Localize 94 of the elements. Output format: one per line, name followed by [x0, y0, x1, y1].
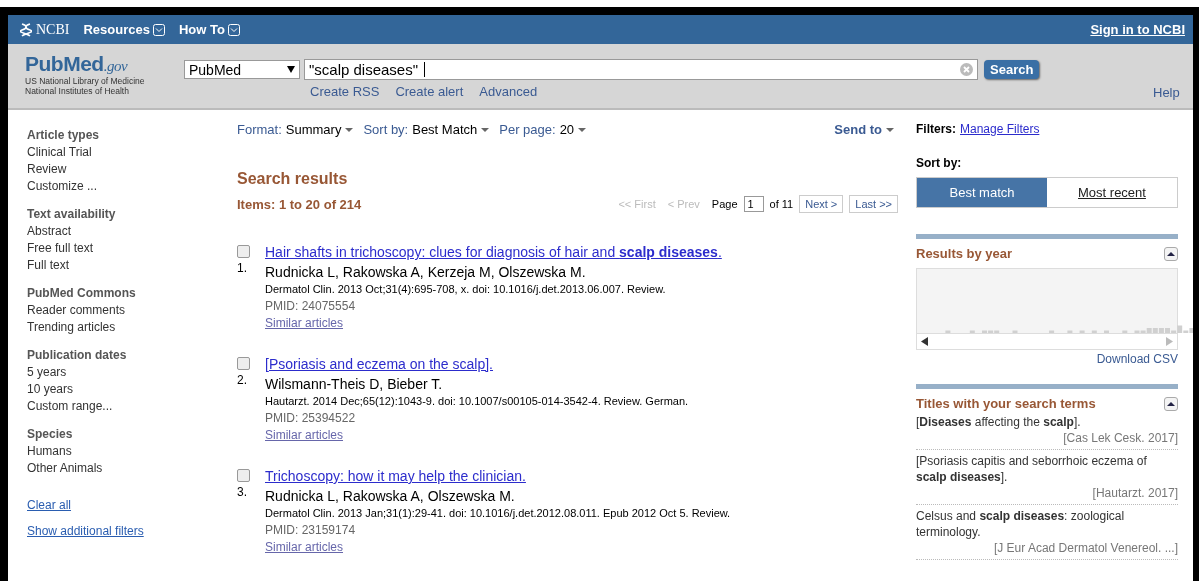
filter-heading: Text availability — [27, 206, 117, 223]
result-authors: Rudnicka L, Rakowska A, Olszewska M. — [265, 487, 516, 506]
filter-heading: Article types — [27, 127, 101, 144]
dropdown-arrow-icon — [578, 127, 587, 132]
results-count: Items: 1 to 20 of 214 — [237, 196, 362, 212]
header-link[interactable]: Create RSS — [310, 84, 380, 99]
nav-menu[interactable]: How To — [178, 22, 240, 37]
dropdown-arrow-icon — [886, 127, 894, 132]
clear-all-link[interactable]: Clear all — [27, 498, 71, 512]
filter-item[interactable]: Customize ... — [27, 178, 222, 195]
additional-filters-link[interactable]: Show additional filters — [27, 524, 144, 538]
result-title-link[interactable]: Hair shafts in trichoscopy: clues for diagnosis of hair and scalp diseases. — [265, 243, 722, 261]
result-authors: Rudnicka L, Rakowska A, Kerzeja M, Olszewska M. — [265, 263, 587, 282]
filter-item[interactable]: Review — [27, 161, 222, 178]
filter-item[interactable]: Abstract — [27, 223, 222, 240]
send-to-menu[interactable]: Send to — [834, 122, 898, 137]
result-checkbox[interactable] — [237, 357, 250, 370]
filter-heading: Publication dates — [27, 347, 128, 364]
header-link[interactable]: Create alert — [395, 84, 464, 99]
search-button[interactable]: Search — [984, 60, 1040, 79]
filter-heading: PubMed Commons — [27, 285, 137, 302]
result-number: 2. — [237, 373, 248, 387]
dropdown-arrow-icon — [481, 127, 490, 132]
display-option[interactable]: Sort by: Best Match — [363, 122, 490, 137]
result-citation: Dermatol Clin. 2013 Jan;31(1):29-41. doi: 10.1016/j.det.2012.08.011. Epub 2012 Oct 5. Review. — [265, 506, 732, 521]
caret-up-icon — [1167, 401, 1175, 406]
results-heading: Search results — [237, 170, 349, 188]
database-select[interactable]: PubMed — [184, 60, 300, 79]
filter-item[interactable]: Reader comments — [27, 302, 222, 319]
related-title-link[interactable]: Celsus and scalp diseases: zoological terminology. — [916, 508, 1178, 540]
display-option[interactable]: Format: Summary — [237, 122, 354, 137]
next-page-button[interactable]: Next > — [799, 195, 844, 213]
helix-icon — [20, 22, 32, 37]
filter-item[interactable]: Humans — [27, 443, 222, 460]
filter-item[interactable]: Free full text — [27, 240, 222, 257]
results-by-year-heading: Results by year — [916, 246, 1013, 261]
result-title-link[interactable]: Trichoscopy: how it may help the clinician. — [265, 467, 526, 485]
titles-heading: Titles with your search terms — [916, 396, 1096, 411]
result-citation: Hautarzt. 2014 Dec;65(12):1043-9. doi: 10.1007/s00105-014-3542-4. Review. German. — [265, 394, 690, 409]
result-pmid: PMID: 23159174 — [265, 522, 357, 539]
logo-tagline: National Institutes of Health — [25, 86, 130, 96]
similar-articles-link[interactable]: Similar articles — [265, 540, 343, 554]
related-source: [Cas Lek Cesk. 2017] — [1063, 430, 1178, 446]
nav-menu[interactable]: Resources — [83, 22, 165, 37]
sign-in-link[interactable]: Sign in to NCBI — [1090, 22, 1185, 37]
filter-heading: Species — [27, 426, 74, 443]
related-title-link[interactable]: [Psoriasis capitis and seborrhoic eczema of scalp diseases]. — [916, 453, 1178, 485]
caret-up-icon — [1167, 251, 1175, 256]
sort-label: Sort by: — [916, 156, 963, 170]
collapse-button[interactable] — [1164, 246, 1178, 261]
collapse-button[interactable] — [1164, 396, 1178, 411]
result-checkbox[interactable] — [237, 469, 250, 482]
logo-tagline: US National Library of Medicine — [25, 76, 146, 86]
page-total: of 11 — [769, 198, 794, 210]
page-label: Page — [711, 198, 738, 210]
dropdown-arrow-icon — [345, 127, 354, 132]
result-pmid: PMID: 25394522 — [265, 410, 357, 427]
filter-item[interactable]: Trending articles — [27, 319, 222, 336]
header-link[interactable]: Advanced — [479, 84, 538, 99]
help-link[interactable]: Help — [1153, 44, 1193, 100]
result-title-link[interactable]: [Psoriasis and eczema on the scalp]. — [265, 355, 493, 373]
similar-articles-link[interactable]: Similar articles — [265, 316, 343, 330]
filter-item[interactable]: 5 years — [27, 364, 222, 381]
search-field[interactable]: "scalp diseases" — [304, 59, 978, 80]
sort-tab[interactable]: Best match — [917, 178, 1047, 207]
related-title-link[interactable]: [Diseases affecting the scalp]. — [916, 414, 1178, 430]
result-pmid: PMID: 24075554 — [265, 298, 357, 315]
related-source: [Hautarzt. 2017] — [1092, 485, 1178, 501]
clear-icon[interactable] — [960, 63, 973, 76]
filter-item[interactable]: Full text — [27, 257, 222, 274]
result-number: 1. — [237, 261, 248, 275]
display-option[interactable]: Per page: 20 — [499, 122, 587, 137]
pubmed-logo[interactable]: PubMed.gov — [25, 52, 184, 76]
filter-item[interactable]: Clinical Trial — [27, 144, 222, 161]
scroll-left-icon[interactable] — [921, 337, 928, 346]
related-source: [J Eur Acad Dermatol Venereol. ...] — [993, 540, 1178, 556]
dropdown-arrow-icon — [287, 66, 295, 73]
result-number: 3. — [237, 485, 248, 499]
result-authors: Wilsmann-Theis D, Bieber T. — [265, 375, 444, 394]
manage-filters-link[interactable]: Manage Filters — [960, 122, 1040, 136]
result-citation: Dermatol Clin. 2013 Oct;31(4):695-708, x. doi: 10.1016/j.det.2013.06.007. Review. — [265, 282, 667, 297]
ncbi-logo[interactable]: NCBI — [20, 21, 70, 38]
filter-item[interactable]: Custom range... — [27, 398, 222, 415]
filter-item[interactable]: 10 years — [27, 381, 222, 398]
dropdown-icon — [227, 23, 240, 36]
dropdown-icon — [152, 23, 165, 36]
last-page-button[interactable]: Last >> — [849, 195, 898, 213]
download-csv-link[interactable]: Download CSV — [1096, 352, 1178, 366]
filter-item[interactable]: Other Animals — [27, 460, 222, 477]
similar-articles-link[interactable]: Similar articles — [265, 428, 343, 442]
filters-label: Filters: — [916, 122, 956, 136]
result-checkbox[interactable] — [237, 245, 250, 258]
scroll-right-icon[interactable] — [1166, 337, 1173, 346]
page-field[interactable]: 1 — [743, 196, 764, 212]
